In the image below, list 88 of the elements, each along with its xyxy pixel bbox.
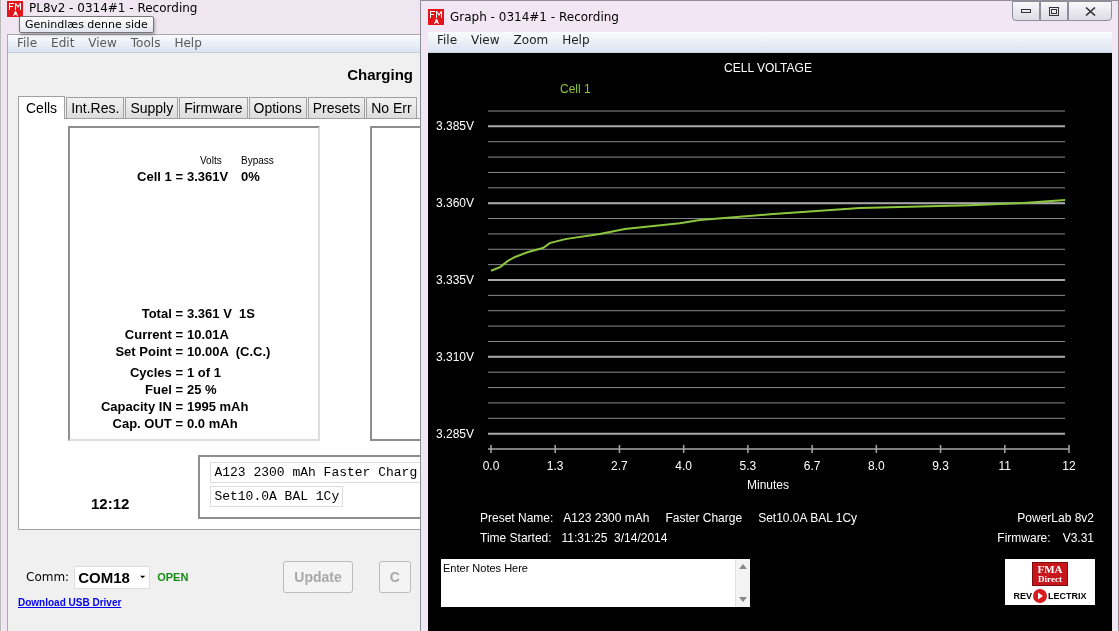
- menu-item[interactable]: Help: [167, 35, 209, 52]
- play-icon: [1033, 589, 1047, 603]
- scroll-down-icon[interactable]: [739, 597, 747, 602]
- cell-volts: 3.361V: [187, 169, 230, 184]
- stat-label: Current =: [123, 326, 184, 343]
- menu-item[interactable]: View: [81, 35, 124, 52]
- menu-item[interactable]: Zoom: [506, 32, 556, 52]
- notes-field[interactable]: Enter Notes Here: [441, 559, 750, 607]
- stat-label: Total =: [140, 305, 184, 322]
- tab[interactable]: Presets: [307, 97, 366, 118]
- menu-item[interactable]: View: [464, 32, 507, 52]
- tooltip: Genindlæs denne side: [19, 16, 154, 33]
- preset-field: A123 2300 mAh Faster Charg: [210, 462, 422, 483]
- y-tick-label: 3.285V: [435, 426, 474, 441]
- info-value: Set10.0A BAL 1Cy: [758, 511, 858, 527]
- x-tick-label: 4.0: [675, 459, 692, 473]
- tab[interactable]: Int.Res.: [66, 97, 125, 118]
- menu-item[interactable]: File: [10, 35, 45, 52]
- info-value: A123 2300 mAh: [563, 511, 650, 527]
- tab[interactable]: Cells: [18, 96, 66, 119]
- cell-bypass: 0%: [241, 169, 261, 184]
- menu-item[interactable]: Tools: [123, 35, 168, 52]
- minimize-icon: [1021, 9, 1031, 13]
- stat-label: Set Point =: [114, 343, 184, 360]
- stat-label: Fuel =: [144, 381, 184, 398]
- stat-value: 25 %: [187, 381, 218, 398]
- info-value: Faster Charge: [665, 511, 743, 527]
- tab[interactable]: No Err: [366, 97, 417, 118]
- cell-label: Cell 1 =: [136, 169, 184, 184]
- restore-icon: [1049, 6, 1059, 16]
- legend-label: Cell 1: [560, 82, 591, 96]
- chart-title: CELL VOLTAGE: [724, 61, 812, 75]
- port-dropdown[interactable]: COM18: [74, 565, 151, 589]
- x-tick-label: 1.3: [546, 459, 564, 473]
- x-tick-label: 2.7: [611, 459, 628, 473]
- download-link[interactable]: Download USB Driver: [18, 597, 122, 608]
- device-name: PowerLab 8v2: [1017, 511, 1094, 527]
- minimize-button[interactable]: [1012, 1, 1040, 21]
- y-tick-label: 3.385V: [435, 119, 474, 134]
- x-tick-label: 12: [1062, 459, 1076, 473]
- status-label: Charging: [347, 66, 413, 83]
- stat-value: 0.0 mAh: [187, 415, 239, 432]
- info-label: Time Started:: [480, 531, 552, 547]
- maximize-button[interactable]: [1040, 1, 1068, 21]
- tab[interactable]: Supply: [125, 97, 179, 118]
- menu-item[interactable]: Help: [555, 32, 597, 52]
- preset-field: Set10.0A BAL 1Cy: [210, 486, 344, 507]
- window-title: Graph - 0314#1 - Recording: [450, 9, 619, 24]
- menu-item[interactable]: File: [430, 32, 465, 52]
- info-value: 11:31:25 3/14/2014: [561, 531, 668, 547]
- close-button[interactable]: [1068, 1, 1112, 21]
- stat-value: 10.01A: [187, 326, 230, 343]
- scroll-up-icon[interactable]: [739, 564, 747, 569]
- tab[interactable]: Firmware: [179, 97, 248, 118]
- info-value: V3.31: [1062, 531, 1094, 547]
- scrollbar[interactable]: [735, 559, 750, 607]
- caret-icon: [139, 575, 146, 579]
- x-axis-title: Minutes: [747, 478, 789, 492]
- x-tick-label: 9.3: [932, 459, 949, 473]
- stat-value: 3.361 V 1S: [187, 305, 256, 322]
- x-tick-label: 5.3: [739, 459, 757, 473]
- x-tick-label: 0.0: [482, 459, 500, 473]
- timer: 12:12: [91, 495, 131, 512]
- connection-status: OPEN: [157, 571, 189, 583]
- menu-item[interactable]: Edit: [44, 35, 82, 52]
- y-tick-label: 3.335V: [435, 273, 474, 287]
- stat-label: Cap. OUT =: [111, 415, 184, 432]
- comm-label: Comm:: [26, 570, 70, 584]
- app-icon: [428, 8, 444, 25]
- logo: FMA Direct REV LECTRIX: [1005, 559, 1095, 605]
- app-icon: [7, 1, 23, 17]
- info-label: Firmware:: [997, 531, 1051, 547]
- close-icon: [1084, 6, 1096, 16]
- x-tick-label: 11: [998, 459, 1012, 473]
- stat-value: 1995 mAh: [187, 398, 250, 415]
- stat-label: Capacity IN =: [100, 398, 184, 415]
- column-header: Bypass: [241, 155, 275, 168]
- window-title: PL8v2 - 0314#1 - Recording: [29, 1, 198, 15]
- tab[interactable]: Options: [248, 97, 307, 118]
- stat-label: Cycles =: [128, 364, 184, 381]
- y-tick-label: 3.310V: [435, 349, 474, 364]
- info-label: Preset Name:: [480, 511, 554, 527]
- x-tick-label: 8.0: [868, 459, 885, 473]
- column-header: Volts: [199, 155, 223, 168]
- stat-value: 1 of 1: [187, 364, 222, 381]
- x-tick-label: 6.7: [803, 459, 821, 473]
- y-tick-label: 3.360V: [435, 196, 474, 211]
- stat-value: 10.00A (C.C.): [187, 343, 272, 360]
